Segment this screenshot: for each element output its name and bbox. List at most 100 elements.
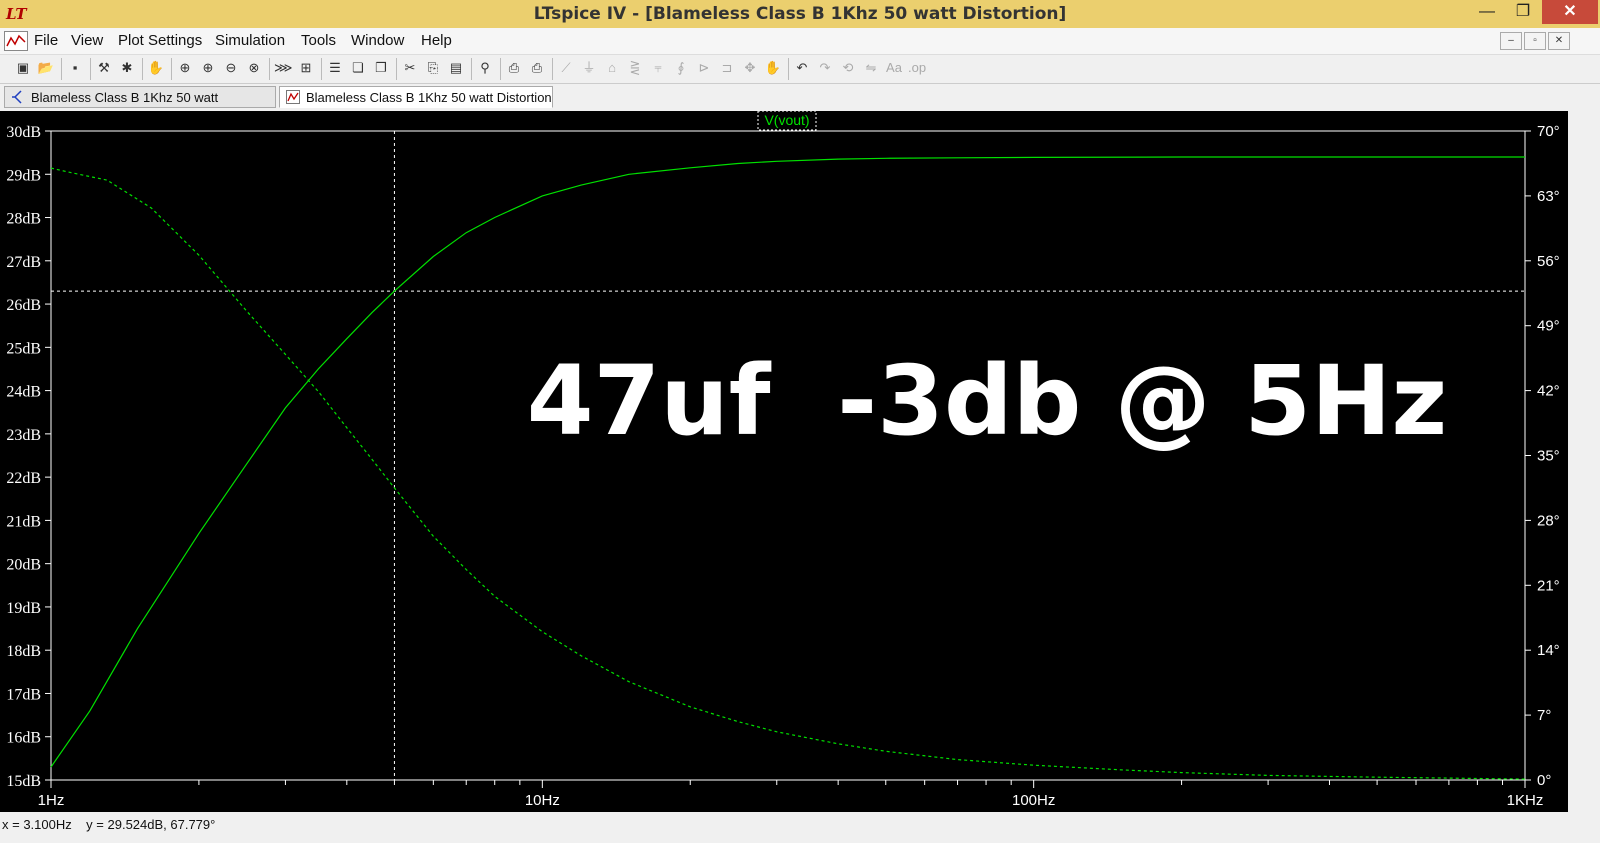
inductor-icon[interactable]: ∮ bbox=[672, 59, 690, 77]
zoom-area-icon[interactable]: ⊕ bbox=[176, 59, 194, 77]
mdi-restore-button[interactable]: ▫ bbox=[1524, 32, 1546, 50]
print-icon[interactable]: ⎙ bbox=[528, 59, 546, 77]
window-title: LTspice IV - [Blameless Class B 1Khz 50 … bbox=[533, 4, 1067, 24]
y-tick-label: 15dB bbox=[6, 773, 41, 790]
x-tick-label: 100Hz bbox=[1012, 792, 1055, 809]
cascade-icon[interactable]: ❏ bbox=[349, 59, 367, 77]
zoom-fit-icon[interactable]: ⊗ bbox=[245, 59, 263, 77]
save-icon[interactable]: ▪ bbox=[66, 59, 84, 77]
paste-icon[interactable]: ▤ bbox=[447, 59, 465, 77]
toolbar-separator bbox=[61, 58, 62, 80]
redo-icon[interactable]: ↷ bbox=[816, 59, 834, 77]
grid-icon[interactable]: ⊞ bbox=[297, 59, 315, 77]
menu-plot-settings[interactable]: Plot Settings bbox=[118, 32, 202, 49]
tile-horizontal-icon[interactable]: ☰ bbox=[326, 59, 344, 77]
tile-vertical-icon[interactable]: ❐ bbox=[372, 59, 390, 77]
waveform-icon bbox=[286, 90, 300, 104]
waveform-doc-icon[interactable] bbox=[4, 31, 28, 51]
close-button[interactable]: ✕ bbox=[1542, 0, 1598, 24]
wire-icon[interactable]: ⟋ bbox=[557, 59, 575, 77]
y2-tick-label: 7° bbox=[1537, 707, 1551, 724]
toolbar: ▣ 📂 ▪ ⚒ ✱ ✋ ⊕ ⊕ ⊖ ⊗ ⋙ ⊞ ☰ ❏ ❐ ✂ ⎘ ▤ ⚲ ⎙ ⎙ ⟋ ⏚ ⌂ ⋛ ⫧ ∮ ⊳ ⊐ ✥ ✋ ↶ ↷ ⟲ ⇋ Aa .op bbox=[0, 55, 1600, 84]
menu-window[interactable]: Window bbox=[351, 32, 404, 49]
cursor-readout: x = 3.100Hz y = 29.524dB, 67.779° bbox=[2, 817, 216, 832]
y-tick-label: 24dB bbox=[6, 384, 41, 401]
ground-icon[interactable]: ⏚ bbox=[580, 59, 598, 77]
diode-icon[interactable]: ⊳ bbox=[695, 59, 713, 77]
menu-bar: File View Plot Settings Simulation Tools… bbox=[0, 28, 1600, 55]
toolbar-separator bbox=[500, 58, 501, 80]
toolbar-separator bbox=[90, 58, 91, 80]
tab-label: Blameless Class B 1Khz 50 watt Distortio… bbox=[306, 90, 552, 105]
maximize-button[interactable]: ❐ bbox=[1506, 0, 1540, 24]
mirror-icon[interactable]: ⇋ bbox=[862, 59, 880, 77]
autorange-icon[interactable]: ⋙ bbox=[274, 59, 293, 77]
right-margin bbox=[1568, 111, 1600, 812]
y-tick-label: 27dB bbox=[6, 254, 41, 271]
cut-icon[interactable]: ✂ bbox=[401, 59, 419, 77]
x-tick-label: 1Hz bbox=[38, 792, 65, 809]
toolbar-separator bbox=[788, 58, 789, 80]
undo-icon[interactable]: ↶ bbox=[793, 59, 811, 77]
menu-file[interactable]: File bbox=[34, 32, 58, 49]
print-preview-icon[interactable]: ⎙ bbox=[505, 59, 523, 77]
menu-view[interactable]: View bbox=[71, 32, 103, 49]
tab-schematic[interactable]: Blameless Class B 1Khz 50 watt Distortio… bbox=[4, 86, 276, 127]
y-tick-label: 17dB bbox=[6, 686, 41, 703]
run-icon[interactable]: ✱ bbox=[118, 59, 136, 77]
menu-simulation[interactable]: Simulation bbox=[215, 32, 285, 49]
control-panel-icon[interactable]: ⚒ bbox=[95, 59, 113, 77]
rotate-icon[interactable]: ⟲ bbox=[839, 59, 857, 77]
toolbar-separator bbox=[142, 58, 143, 80]
y-tick-label: 21dB bbox=[6, 513, 41, 530]
component-icon[interactable]: ⊐ bbox=[718, 59, 736, 77]
label-icon[interactable]: ⌂ bbox=[603, 59, 621, 77]
y-tick-label: 30dB bbox=[6, 124, 41, 141]
y2-tick-label: 14° bbox=[1537, 642, 1560, 659]
drag-icon[interactable]: ✋ bbox=[764, 59, 782, 77]
tab-waveform[interactable]: Blameless Class B 1Khz 50 watt Distortio… bbox=[279, 86, 553, 108]
y2-tick-label: 21° bbox=[1537, 577, 1560, 594]
status-bar: x = 3.100Hz y = 29.524dB, 67.779° bbox=[0, 812, 1600, 843]
toolbar-separator bbox=[321, 58, 322, 80]
waveform-plot[interactable]: 15dB 16dB 17dB 18dB 19dB 20dB 21dB 22dB 23dB 24dB… bbox=[0, 110, 1568, 812]
halt-icon[interactable]: ✋ bbox=[147, 59, 165, 77]
text-icon[interactable]: Aa bbox=[885, 59, 903, 77]
zoom-in-icon[interactable]: ⊕ bbox=[199, 59, 217, 77]
tab-bar: Blameless Class B 1Khz 50 watt Distortio… bbox=[0, 84, 1600, 127]
bode-chart[interactable]: 15dB 16dB 17dB 18dB 19dB 20dB 21dB 22dB 23dB 24dB… bbox=[0, 110, 1568, 812]
y-tick-label: 26dB bbox=[6, 297, 41, 314]
y-tick-label: 28dB bbox=[6, 211, 41, 228]
move-icon[interactable]: ✥ bbox=[741, 59, 759, 77]
capacitor-icon[interactable]: ⫧ bbox=[649, 59, 667, 77]
y2-tick-label: 49° bbox=[1537, 318, 1560, 335]
y2-tick-label: 63° bbox=[1537, 188, 1560, 205]
mdi-close-button[interactable]: ✕ bbox=[1548, 32, 1570, 50]
y-tick-label: 22dB bbox=[6, 470, 41, 487]
menu-tools[interactable]: Tools bbox=[301, 32, 336, 49]
open-icon[interactable]: 📂 bbox=[37, 59, 55, 77]
zoom-out-icon[interactable]: ⊖ bbox=[222, 59, 240, 77]
title-bar: LT LTspice IV - [Blameless Class B 1Khz … bbox=[0, 0, 1600, 28]
plot-annotation: 47uf -3db @ 5Hz bbox=[527, 345, 1447, 457]
toolbar-separator bbox=[171, 58, 172, 80]
y2-tick-label: 28° bbox=[1537, 512, 1560, 529]
y-tick-label: 29dB bbox=[6, 167, 41, 184]
copy-icon[interactable]: ⎘ bbox=[424, 59, 442, 77]
y2-tick-label: 35° bbox=[1537, 448, 1560, 465]
y-tick-label: 20dB bbox=[6, 557, 41, 574]
magnitude-trace bbox=[50, 156, 1525, 768]
find-icon[interactable]: ⚲ bbox=[476, 59, 494, 77]
menu-help[interactable]: Help bbox=[421, 32, 452, 49]
toolbar-separator bbox=[269, 58, 270, 80]
mdi-minimize-button[interactable]: – bbox=[1500, 32, 1522, 50]
y2-tick-label: 42° bbox=[1537, 383, 1560, 400]
y2-tick-label: 0° bbox=[1537, 772, 1551, 789]
y-tick-label: 19dB bbox=[6, 600, 41, 617]
trace-label[interactable]: V(vout) bbox=[764, 112, 809, 128]
y2-tick-label: 56° bbox=[1537, 253, 1560, 270]
resistor-icon[interactable]: ⋛ bbox=[626, 59, 644, 77]
minimize-button[interactable]: — bbox=[1470, 0, 1504, 24]
new-schematic-icon[interactable]: ▣ bbox=[14, 59, 32, 77]
spice-directive-icon[interactable]: .op bbox=[908, 59, 926, 77]
